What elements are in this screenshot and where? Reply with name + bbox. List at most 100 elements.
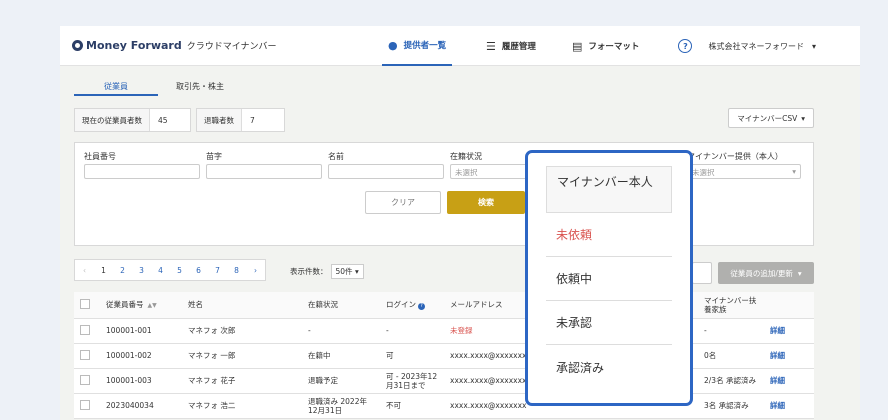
- employee-name: マネフォ 花子: [182, 368, 302, 394]
- first-name-input[interactable]: [328, 164, 444, 179]
- page-8[interactable]: 8: [227, 266, 246, 275]
- retired-value: 7: [250, 115, 255, 125]
- table-header-row: 従業員番号 ▲▼ 姓名 在籍状況 ログイン? メールアドレス マイナンバー扶養家族: [74, 292, 814, 319]
- employee-number: 100001-001: [100, 318, 182, 344]
- caret-down-icon: ▾: [797, 268, 802, 278]
- page-5[interactable]: 5: [170, 266, 189, 275]
- last-name-label: 苗字: [206, 152, 222, 161]
- page-4[interactable]: 4: [151, 266, 170, 275]
- option-unapproved[interactable]: 未承認: [546, 301, 672, 345]
- row-checkbox[interactable]: [80, 324, 90, 335]
- row-checkbox-cell: [74, 318, 100, 344]
- family: 2/3名 承認済み: [698, 368, 764, 394]
- option-not-requested[interactable]: 未依頼: [546, 213, 672, 257]
- row-checkbox-cell: [74, 343, 100, 369]
- detail-link[interactable]: 詳細: [764, 393, 814, 419]
- caret-down-icon: ▾: [801, 113, 805, 123]
- row-checkbox[interactable]: [80, 374, 90, 385]
- login-status: 可 - 2023年12月31日まで: [380, 368, 444, 394]
- page-6[interactable]: 6: [189, 266, 208, 275]
- employee-name: マネフォ 一郎: [182, 343, 302, 369]
- family: -: [698, 318, 764, 344]
- person-icon: ●: [388, 38, 398, 52]
- help-icon[interactable]: ?: [418, 303, 425, 311]
- prev-page-icon[interactable]: ‹: [75, 266, 94, 275]
- add-employee-label: 従業員の追加/更新: [730, 268, 793, 278]
- page-1[interactable]: 1: [94, 266, 113, 275]
- col-login-label: ログイン: [386, 300, 416, 310]
- page-3[interactable]: 3: [132, 266, 151, 275]
- company-menu[interactable]: ? 株式会社マネーフォワード ▾: [678, 26, 816, 66]
- nav-provider-list-label: 提供者一覧: [403, 41, 447, 51]
- add-employee-button[interactable]: 従業員の追加/更新 ▾: [718, 262, 814, 284]
- employment-status: 退職済み 2022年12月31日: [302, 393, 380, 419]
- current-employee-label: 現在の従業員者数: [75, 109, 150, 131]
- document-icon: ▤: [572, 39, 583, 53]
- nav-format[interactable]: ▤ フォーマット: [572, 26, 639, 66]
- logo[interactable]: Money Forward クラウドマイナンバー: [72, 39, 277, 52]
- per-page-label: 表示件数：: [290, 267, 328, 276]
- employee-number: 100001-002: [100, 343, 182, 369]
- col-status[interactable]: 在籍状況: [302, 292, 380, 319]
- caret-down-icon: ▾: [792, 167, 796, 176]
- family: 3名 承認済み: [698, 393, 764, 419]
- tab-partners[interactable]: 取引先・株主: [158, 76, 242, 96]
- mynumber-csv-button[interactable]: マイナンバーCSV ▾: [728, 108, 814, 128]
- app-window: Money Forward クラウドマイナンバー ● 提供者一覧 ☰ 履歴管理 …: [60, 26, 860, 420]
- row-checkbox-cell: [74, 393, 100, 419]
- nav-history[interactable]: ☰ 履歴管理: [486, 26, 536, 66]
- tab-employees[interactable]: 従業員: [74, 76, 158, 96]
- retired-count: 退職者数 7: [196, 108, 285, 132]
- pagination: ‹ 1 2 3 4 5 6 7 8 ›: [74, 259, 266, 281]
- col-name[interactable]: 姓名: [182, 292, 302, 319]
- mynumber-csv-label: マイナンバーCSV: [737, 113, 798, 123]
- select-all-checkbox[interactable]: [80, 298, 90, 309]
- employee-name: マネフォ 次郎: [182, 318, 302, 344]
- employment-status: 在籍中: [302, 343, 380, 369]
- mynumber-self-select[interactable]: 未選択 ▾: [687, 164, 801, 179]
- table-row[interactable]: 100001-003 マネフォ 花子 退職予定 可 - 2023年12月31日ま…: [74, 368, 814, 394]
- current-employee-count: 現在の従業員者数 45: [74, 108, 191, 132]
- help-icon[interactable]: ?: [678, 39, 693, 53]
- col-mynumber-family[interactable]: マイナンバー扶養家族: [698, 292, 764, 319]
- top-bar: Money Forward クラウドマイナンバー ● 提供者一覧 ☰ 履歴管理 …: [60, 26, 860, 66]
- search-panel: 社員番号 苗字 名前 在籍状況 未選択 マイナンバー提供（本人） 未選択 ▾ ク…: [74, 142, 814, 246]
- detail-link[interactable]: 詳細: [764, 368, 814, 394]
- last-name-field: 苗字: [206, 151, 322, 179]
- employee-number: 2023040034: [100, 393, 182, 419]
- row-checkbox-cell: [74, 368, 100, 394]
- detail-link[interactable]: 詳細: [764, 318, 814, 344]
- employee-name: マネフォ 浩二: [182, 393, 302, 419]
- option-approved[interactable]: 承認済み: [546, 345, 672, 389]
- last-name-input[interactable]: [206, 164, 322, 179]
- options-button[interactable]: [692, 262, 712, 284]
- money-forward-logo-icon: [72, 40, 83, 51]
- product-name: クラウドマイナンバー: [186, 42, 277, 52]
- login-status: -: [380, 318, 444, 344]
- nav-history-label: 履歴管理: [501, 42, 536, 52]
- employment-status: -: [302, 318, 380, 344]
- search-button[interactable]: 検索: [447, 191, 525, 214]
- mynumber-self-dropdown: マイナンバー本人 未依頼 依頼中 未承認 承認済み: [525, 150, 693, 406]
- row-checkbox[interactable]: [80, 399, 90, 410]
- next-page-icon[interactable]: ›: [246, 266, 265, 275]
- clear-button[interactable]: クリア: [365, 191, 441, 214]
- option-requesting[interactable]: 依頼中: [546, 257, 672, 301]
- table-row[interactable]: 100001-002 マネフォ 一郎 在籍中 可 xxxx.xxxx@xxxxx…: [74, 343, 814, 369]
- retired-label: 退職者数: [197, 109, 242, 131]
- detail-link[interactable]: 詳細: [764, 343, 814, 369]
- first-name-label: 名前: [328, 152, 344, 161]
- page-7[interactable]: 7: [208, 266, 227, 275]
- table-row[interactable]: 2023040034 マネフォ 浩二 退職済み 2022年12月31日 不可 x…: [74, 393, 814, 419]
- col-login[interactable]: ログイン?: [380, 292, 444, 319]
- per-page-select[interactable]: 50件 ▾: [330, 264, 364, 279]
- page-2[interactable]: 2: [113, 266, 132, 275]
- table-row[interactable]: 100001-001 マネフォ 次郎 - - 未登録 - 詳細: [74, 318, 814, 344]
- company-name: 株式会社マネーフォワード: [708, 41, 804, 51]
- per-page: 表示件数： 50件 ▾: [290, 264, 364, 279]
- col-employee-number[interactable]: 従業員番号 ▲▼: [100, 292, 182, 319]
- mynumber-self-field: マイナンバー提供（本人） 未選択 ▾: [687, 151, 801, 179]
- row-checkbox[interactable]: [80, 349, 90, 360]
- nav-provider-list[interactable]: ● 提供者一覧: [382, 26, 453, 66]
- employee-number-input[interactable]: [84, 164, 200, 179]
